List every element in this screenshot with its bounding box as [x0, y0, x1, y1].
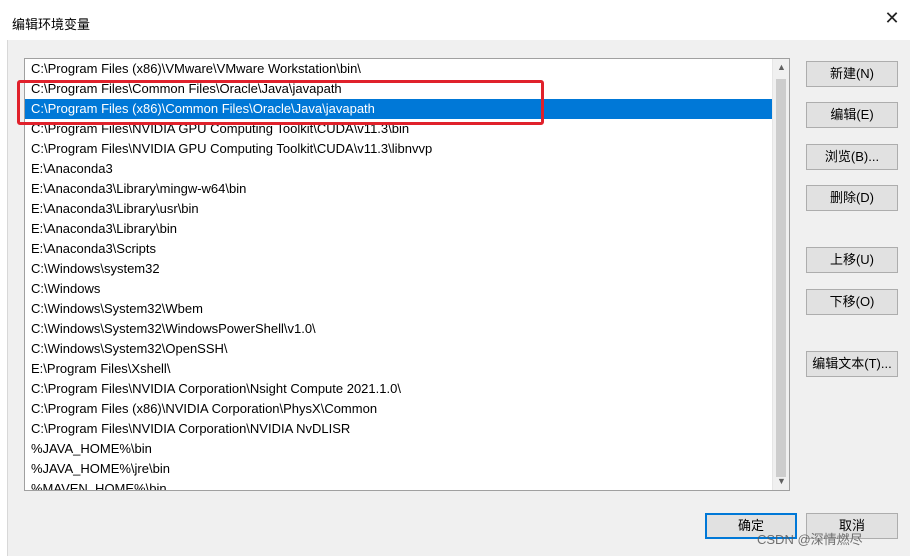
list-item[interactable]: C:\Windows\system32 — [25, 259, 772, 279]
list-item[interactable]: C:\Windows\System32\OpenSSH\ — [25, 339, 772, 359]
list-item[interactable]: C:\Windows\System32\Wbem — [25, 299, 772, 319]
list-item[interactable]: %JAVA_HOME%\jre\bin — [25, 459, 772, 479]
title-bar: 编辑环境变量 ✕ — [0, 0, 910, 40]
scroll-up-icon[interactable]: ▲ — [773, 59, 789, 76]
move-down-button[interactable]: 下移(O) — [806, 289, 898, 315]
watermark: CSDN @深情燃尽 — [757, 532, 863, 547]
close-icon[interactable]: ✕ — [882, 8, 902, 28]
list-item[interactable]: C:\Program Files\NVIDIA GPU Computing To… — [25, 139, 772, 159]
move-up-button[interactable]: 上移(U) — [806, 247, 898, 273]
list-item[interactable]: E:\Anaconda3\Library\mingw-w64\bin — [25, 179, 772, 199]
list-item[interactable]: E:\Program Files\Xshell\ — [25, 359, 772, 379]
vertical-scrollbar[interactable]: ▲ ▼ — [772, 59, 789, 490]
list-item[interactable]: C:\Program Files (x86)\VMware\VMware Wor… — [25, 59, 772, 79]
list-item[interactable]: E:\Anaconda3 — [25, 159, 772, 179]
list-item[interactable]: C:\Program Files\NVIDIA Corporation\NVID… — [25, 419, 772, 439]
window-title: 编辑环境变量 — [12, 17, 91, 32]
scrollbar-thumb[interactable] — [776, 79, 786, 477]
list-item[interactable]: C:\Windows\System32\WindowsPowerShell\v1… — [25, 319, 772, 339]
scroll-down-icon[interactable]: ▼ — [773, 473, 789, 490]
edit-text-button[interactable]: 编辑文本(T)... — [806, 351, 898, 377]
list-item[interactable]: E:\Anaconda3\Scripts — [25, 239, 772, 259]
list-item[interactable]: C:\Program Files (x86)\NVIDIA Corporatio… — [25, 399, 772, 419]
list-item-selected[interactable]: C:\Program Files (x86)\Common Files\Orac… — [25, 99, 772, 119]
new-button[interactable]: 新建(N) — [806, 61, 898, 87]
delete-button[interactable]: 删除(D) — [806, 185, 898, 211]
path-listbox[interactable]: C:\Program Files (x86)\VMware\VMware Wor… — [24, 58, 790, 491]
list-item[interactable]: %MAVEN_HOME%\bin — [25, 479, 772, 490]
background-window-edge — [0, 40, 8, 556]
list-item[interactable]: C:\Windows — [25, 279, 772, 299]
edit-button[interactable]: 编辑(E) — [806, 102, 898, 128]
list-item[interactable]: E:\Anaconda3\Library\usr\bin — [25, 199, 772, 219]
list-item[interactable]: C:\Program Files\Common Files\Oracle\Jav… — [25, 79, 772, 99]
list-item[interactable]: C:\Program Files\NVIDIA GPU Computing To… — [25, 119, 772, 139]
path-list: C:\Program Files (x86)\VMware\VMware Wor… — [25, 59, 772, 490]
list-item[interactable]: C:\Program Files\NVIDIA Corporation\Nsig… — [25, 379, 772, 399]
list-item[interactable]: %JAVA_HOME%\bin — [25, 439, 772, 459]
browse-button[interactable]: 浏览(B)... — [806, 144, 898, 170]
list-item[interactable]: E:\Anaconda3\Library\bin — [25, 219, 772, 239]
